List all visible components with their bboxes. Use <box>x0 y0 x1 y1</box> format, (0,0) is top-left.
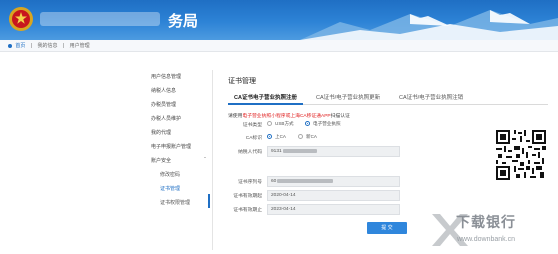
redacted-value <box>282 148 317 153</box>
sidebar-item-taxpayer-info[interactable]: 纳税人信息 <box>145 84 212 98</box>
active-indicator <box>208 194 210 208</box>
breadcrumb-separator: | <box>62 43 65 49</box>
watermark-url: www.downbank.cn <box>457 236 515 243</box>
sidebar-item-my-proxy[interactable]: 我的代理 <box>145 126 212 140</box>
breadcrumb-home[interactable]: 首页 <box>15 43 25 49</box>
cert-type-usb-radio[interactable] <box>267 121 272 126</box>
breadcrumb-separator: | <box>30 43 33 49</box>
taxpayer-id-field[interactable]: 9131 <box>267 146 400 157</box>
ca-id-new-label: 新CA <box>306 134 317 139</box>
submit-button[interactable]: 提 交 <box>367 222 407 234</box>
national-emblem-icon <box>9 7 33 31</box>
redacted-value <box>277 178 334 183</box>
tab-cert-register[interactable]: CA证书电子营业执照注册 <box>228 92 303 105</box>
sidebar-item-cert-permission[interactable]: 证书权限管理 <box>145 196 212 210</box>
tab-bar: CA证书电子营业执照注册 CA证书/电子营业执照更新 CA证书/电子营业执照注销 <box>228 92 548 105</box>
valid-start-label: 证书有效期起 <box>233 194 262 199</box>
cert-serial-value: 60 <box>271 179 277 184</box>
valid-start-field[interactable]: 2020-04-14 <box>267 190 400 201</box>
valid-end-field[interactable]: 2023-04-14 <box>267 204 400 215</box>
chevron-up-icon: ˆ <box>204 158 206 164</box>
sidebar-item-change-password[interactable]: 修改密码 <box>145 168 212 182</box>
page-title: 务局 <box>168 13 199 30</box>
watermark-text: 下载银行 <box>456 214 516 230</box>
ca-id-old-radio[interactable] <box>267 134 272 139</box>
breadcrumb-current: 用户管理 <box>69 43 90 49</box>
sidebar-item-staff-maintain[interactable]: 办税人员维护 <box>145 112 212 126</box>
cert-type-license-radio[interactable] <box>305 121 310 126</box>
cert-serial-label: 证书序列号 <box>238 180 262 185</box>
tab-cert-revoke[interactable]: CA证书/电子营业执照注销 <box>393 92 469 105</box>
tab-cert-update[interactable]: CA证书/电子营业执照更新 <box>310 92 386 105</box>
valid-end-label: 证书有效期止 <box>233 208 262 213</box>
sidebar-item-agent-mgmt[interactable]: 办税员管理 <box>145 98 212 112</box>
breadcrumb-my-info[interactable]: 我的信息 <box>38 43 58 49</box>
title-redacted <box>40 12 160 26</box>
sidebar-item-label: 账户安全 <box>151 158 172 164</box>
header-banner: 务局 <box>0 0 558 40</box>
cert-serial-field[interactable]: 60 <box>267 176 400 187</box>
scan-notice: 请使用电子营业执照小程序或上海CA移证通APP扫描认证 <box>228 112 350 119</box>
ca-id-label: CA标识 <box>245 136 262 141</box>
sidebar-item-account-security[interactable]: 账户安全 ˆ <box>145 154 212 168</box>
notice-text: 扫描认证 <box>330 114 350 119</box>
cert-type-label: 证书类型 <box>242 123 262 128</box>
notice-highlight: 电子营业执照小程序或上海CA移证通APP <box>242 114 331 119</box>
sidebar-item-cert-mgmt[interactable]: 证书管理 <box>145 182 212 196</box>
taxpayer-id-value: 9131 <box>271 149 282 154</box>
sidebar: 用户信息管理 纳税人信息 办税员管理 办税人员维护 我的代理 电子申报账户管理 … <box>145 70 213 250</box>
section-title: 证书管理 <box>228 78 256 85</box>
location-pin-icon <box>8 43 12 48</box>
ca-id-old-label: 上CA <box>275 134 286 139</box>
sidebar-item-user-info[interactable]: 用户信息管理 <box>145 70 212 84</box>
sidebar-item-e-filing-account[interactable]: 电子申报账户管理 <box>145 140 212 154</box>
qr-code-icon <box>496 130 546 180</box>
ca-id-new-radio[interactable] <box>298 134 303 139</box>
cert-type-license-label: 电子营业执照 <box>313 121 341 126</box>
notice-text: 请使用 <box>228 114 243 119</box>
breadcrumb: 首页 | 我的信息 | 用户管理 <box>0 40 558 52</box>
mountain-illustration <box>300 10 558 40</box>
taxpayer-id-label: 纳税人代码 <box>238 150 262 155</box>
cert-type-usb-label: USB方式 <box>275 121 294 126</box>
